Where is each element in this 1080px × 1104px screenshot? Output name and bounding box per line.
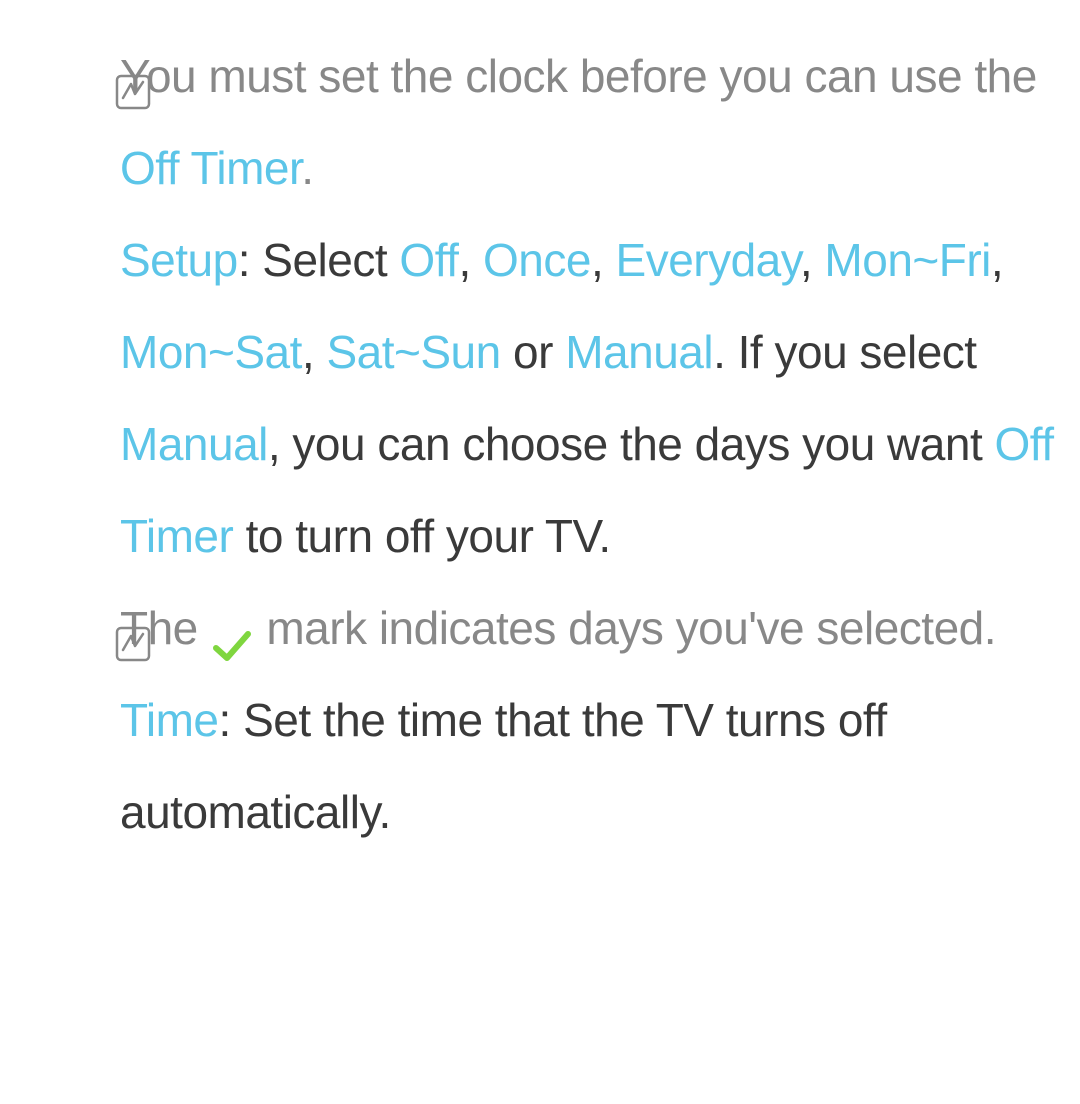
note-text-end: . — [301, 142, 313, 194]
setup-text: : Select — [238, 234, 400, 286]
option-manual-2: Manual — [120, 418, 268, 470]
off-timer-label: Off Timer — [120, 142, 301, 194]
setup-description: Setup: Select Off, Once, Everyday, Mon~F… — [20, 214, 1060, 582]
checkmark-icon — [210, 606, 254, 650]
time-description: Time: Set the time that the TV turns off… — [20, 674, 1060, 858]
option-everyday: Everyday — [616, 234, 800, 286]
option-manual: Manual — [565, 326, 713, 378]
note-clock-required: You must set the clock before you can us… — [20, 30, 1060, 214]
option-sat-sun: Sat~Sun — [326, 326, 500, 378]
note-icon — [115, 600, 151, 636]
option-mon-fri: Mon~Fri — [824, 234, 990, 286]
note-text: You must set the clock before you can us… — [120, 50, 1037, 102]
time-label: Time — [120, 694, 219, 746]
setup-label: Setup — [120, 234, 238, 286]
option-off: Off — [399, 234, 458, 286]
time-text: : Set the time that the TV turns off aut… — [120, 694, 887, 838]
option-mon-sat: Mon~Sat — [120, 326, 302, 378]
note-icon — [115, 48, 151, 84]
note-text-2: mark indicates days you've selected. — [254, 602, 996, 654]
note-checkmark: The mark indicates days you've selected. — [20, 582, 1060, 674]
option-once: Once — [483, 234, 591, 286]
